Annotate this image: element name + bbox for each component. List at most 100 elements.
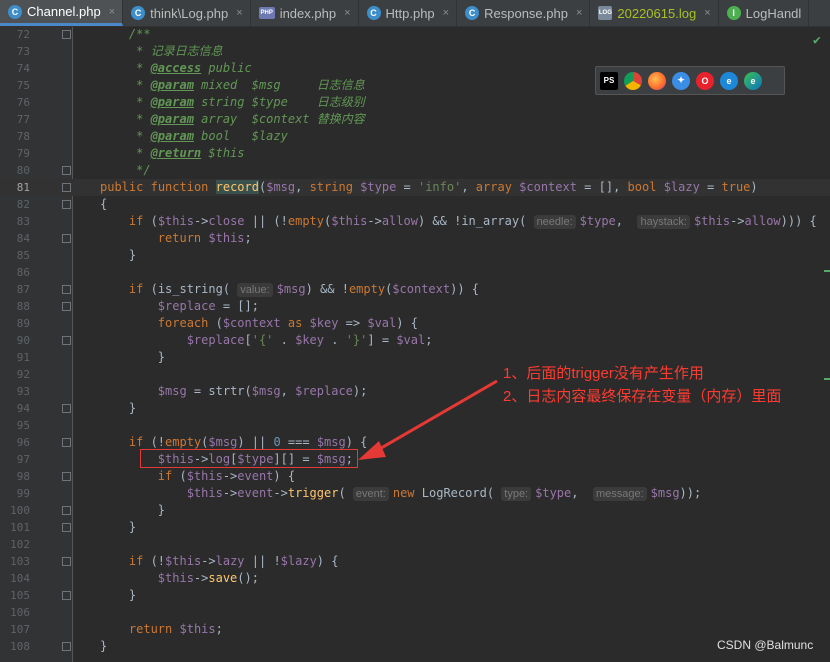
ie-icon[interactable]: e [720, 71, 738, 90]
code-line[interactable]: 99 $this->event->trigger( event: new LogR… [0, 485, 830, 502]
fold-marker-icon[interactable] [62, 166, 71, 175]
tab-0[interactable]: C Channel.php × [0, 0, 124, 26]
code-line[interactable]: 97 $this->log[$type][] = $msg; [0, 451, 830, 468]
watermark: CSDN @Balmunc [717, 638, 814, 652]
code-line[interactable]: 100 } [0, 502, 830, 519]
code-line[interactable]: 96 if (!empty($msg) || 0 === $msg) { [0, 434, 830, 451]
code-line[interactable]: 83 if ($this->close || (!empty($this->al… [0, 213, 830, 230]
change-marker [824, 378, 830, 380]
code-line[interactable]: 85 } [0, 247, 830, 264]
tab-3[interactable]: C Http.php × [359, 0, 458, 26]
tab-6[interactable]: I LogHandl [719, 0, 810, 26]
fold-marker-icon[interactable] [62, 438, 71, 447]
fold-marker-icon[interactable] [62, 200, 71, 209]
code-token: if [128, 435, 144, 449]
line-number: 80 [16, 164, 30, 177]
code-line[interactable]: 79 * @return $this [0, 145, 830, 162]
inspection-ok-icon[interactable]: ✔ [813, 33, 821, 48]
code-line[interactable]: 78 * @param bool $lazy [0, 128, 830, 145]
code-line[interactable]: 108} [0, 638, 830, 655]
code-line[interactable]: 80 */ [0, 162, 830, 179]
code-token: $type [535, 486, 572, 500]
opera-icon[interactable]: O [696, 71, 714, 90]
code-line[interactable]: 76 * @param string $type 日志级别 [0, 94, 830, 111]
tab-4[interactable]: C Response.php × [457, 0, 591, 26]
code-token: save [208, 571, 238, 585]
code-line[interactable]: 92 [0, 366, 830, 383]
code-line[interactable]: 107 return $this; [0, 621, 830, 638]
code-line[interactable]: 73 * 记录日志信息 [0, 43, 830, 60]
code-token: -> [730, 214, 745, 228]
chrome-icon[interactable] [624, 71, 642, 90]
code-line[interactable]: 77 * @param array $context 替换内容 [0, 111, 830, 128]
code-text: } [100, 400, 136, 417]
code-token: bool [627, 180, 657, 194]
code-line[interactable]: 81 public function record($msg, string $t… [0, 179, 830, 196]
code-line[interactable]: 101 } [0, 519, 830, 536]
fold-marker-icon[interactable] [62, 472, 71, 481]
close-icon[interactable]: × [576, 7, 582, 19]
code-line[interactable]: 88 $replace = []; [0, 298, 830, 315]
close-icon[interactable]: × [443, 7, 449, 19]
code-token: $msg [316, 435, 346, 449]
firefox-icon[interactable] [648, 71, 666, 90]
php-class-icon: C [8, 4, 22, 19]
code-token: $type [360, 180, 397, 194]
tab-1[interactable]: Cthink\Log.php × [123, 0, 251, 26]
code-token: $lazy [280, 554, 317, 568]
fold-marker-icon[interactable] [62, 557, 71, 566]
code-line[interactable]: 72 /** [0, 26, 830, 43]
code-line[interactable]: 106 [0, 604, 830, 621]
fold-marker-icon[interactable] [62, 285, 71, 294]
edge-icon[interactable]: e [744, 71, 762, 90]
line-number: 81 [16, 181, 30, 194]
fold-marker-icon[interactable] [62, 234, 71, 243]
fold-marker-icon[interactable] [62, 336, 71, 345]
code-token: -> [222, 469, 238, 483]
close-icon[interactable]: × [344, 7, 350, 19]
code-line[interactable]: 84 return $this; [0, 230, 830, 247]
fold-marker-icon[interactable] [62, 302, 71, 311]
code-token: $msg [208, 435, 238, 449]
close-icon[interactable]: × [109, 6, 115, 18]
code-token: $this [157, 214, 194, 228]
line-number: 91 [16, 351, 30, 364]
tab-2[interactable]: PHP index.php × [251, 0, 359, 26]
close-icon[interactable]: × [236, 7, 242, 19]
code-token: if [128, 554, 144, 568]
fold-marker-icon[interactable] [62, 30, 71, 39]
fold-marker-icon[interactable] [62, 591, 71, 600]
code-token: } [128, 520, 137, 534]
code-token: as [287, 316, 303, 330]
tab-5[interactable]: LOG 20220615.log × [590, 0, 719, 26]
code-line[interactable]: 89 foreach ($context as $key => $val) { [0, 315, 830, 332]
fold-marker-icon[interactable] [62, 183, 71, 192]
parameter-hint: haystack: [637, 215, 690, 229]
code-line[interactable]: 103 if (!$this->lazy || !$lazy) { [0, 553, 830, 570]
code-line[interactable]: 90 $replace['{' . $key . '}'] = $val; [0, 332, 830, 349]
fold-marker-icon[interactable] [62, 642, 71, 651]
fold-marker-icon[interactable] [62, 404, 71, 413]
safari-icon[interactable]: ✦ [672, 71, 690, 90]
code-line[interactable]: 87 if (is_string( value: $msg) && !empty(… [0, 281, 830, 298]
parameter-hint: message: [592, 487, 647, 501]
code-line[interactable]: 104 $this->save(); [0, 570, 830, 587]
code-line[interactable]: 105 } [0, 587, 830, 604]
code-line[interactable]: 86 [0, 264, 830, 281]
code-line[interactable]: 95 [0, 417, 830, 434]
fold-marker-icon[interactable] [62, 523, 71, 532]
code-token: . [273, 333, 296, 347]
fold-marker-icon[interactable] [62, 506, 71, 515]
tab-label: Response.php [484, 5, 568, 21]
phpstorm-icon[interactable]: PS [600, 71, 618, 90]
line-number: 89 [16, 317, 30, 330]
close-icon[interactable]: × [704, 7, 710, 19]
line-number: 100 [10, 504, 30, 517]
code-token: lazy [215, 554, 245, 568]
code-line[interactable]: 82 { [0, 196, 830, 213]
code-line[interactable]: 102 [0, 536, 830, 553]
code-token: /** [128, 27, 151, 41]
code-line[interactable]: 91 } [0, 349, 830, 366]
code-line[interactable]: 98 if ($this->event) { [0, 468, 830, 485]
code-token: . [324, 333, 346, 347]
